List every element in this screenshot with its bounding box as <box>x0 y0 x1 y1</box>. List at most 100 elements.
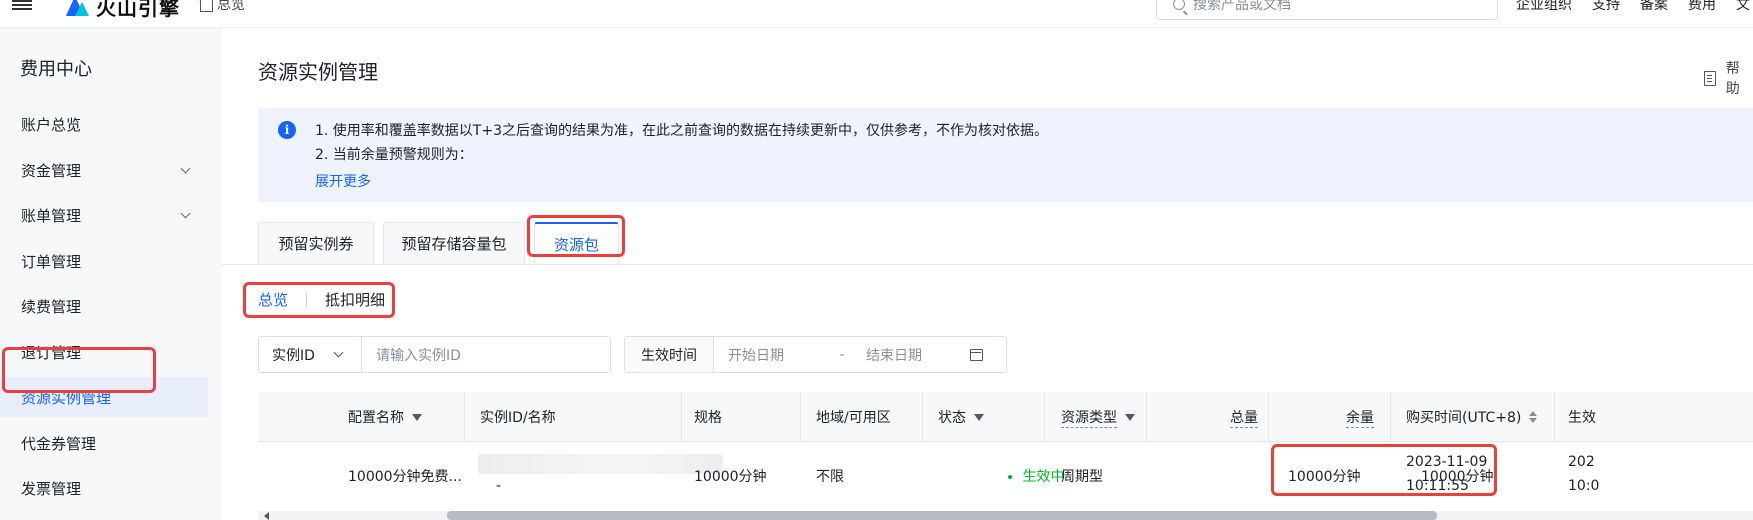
highlight-box-subtabs <box>243 282 395 318</box>
th-region: 地域/可用区 <box>816 410 891 426</box>
instance-filter: 实例ID 请输入实例ID <box>258 336 611 373</box>
filter-icon[interactable] <box>412 413 422 421</box>
instance-id-input[interactable]: 请输入实例ID <box>362 337 610 372</box>
th-config-name: 配置名称 <box>348 392 422 442</box>
chevron-down-icon <box>333 347 344 358</box>
column-divider <box>464 392 465 442</box>
effective-date-filter: 生效时间 开始日期 - 结束日期 <box>624 336 1007 373</box>
sidebar-item-orders[interactable]: 订单管理 <box>0 241 208 281</box>
sort-icon[interactable] <box>1529 411 1538 423</box>
sidebar-item-label: 发票管理 <box>21 479 82 498</box>
sidebar-item-vouchers[interactable]: 代金券管理 <box>0 423 208 463</box>
th-status: 状态 <box>938 392 984 442</box>
top-link-org[interactable]: 企业组织 <box>1516 0 1572 14</box>
sidebar-title: 费用中心 <box>20 59 92 80</box>
th-total-label: 总量 <box>1230 407 1258 428</box>
column-divider <box>1146 392 1147 442</box>
scroll-left-icon[interactable] <box>264 512 269 520</box>
filter-select-label: 实例ID <box>272 347 315 364</box>
th-total: 总量 <box>1230 392 1258 442</box>
top-link-billing[interactable]: 费用 <box>1688 0 1716 14</box>
sidebar-item-funds[interactable]: 资金管理 <box>0 150 208 190</box>
column-divider <box>800 392 801 442</box>
hamburger-menu-icon[interactable] <box>12 0 32 10</box>
highlight-box-sidebar <box>2 347 156 393</box>
top-link-filing[interactable]: 备案 <box>1640 0 1668 14</box>
info-notice: i 1. 使用率和覆盖率数据以T+3之后查询的结果为准，在此之前查询的数据在持续… <box>258 108 1753 202</box>
cell-config-name[interactable]: 10000分钟免费... <box>348 466 462 486</box>
resource-package-table: 配置名称 实例ID/名称 规格 地域/可用区 状态 资源类型 总量 余量 购买时… <box>258 392 1753 520</box>
search-icon <box>1173 0 1185 10</box>
table-header: 配置名称 实例ID/名称 规格 地域/可用区 状态 资源类型 总量 余量 购买时… <box>258 392 1753 442</box>
cell-effective-time: 10:0 <box>1568 478 1600 494</box>
tabs-divider <box>222 264 1753 265</box>
status-dot-icon <box>1008 475 1012 479</box>
th-resource-type: 资源类型 <box>1061 392 1135 442</box>
sidebar-item-label: 账户总览 <box>21 115 82 134</box>
notice-line-1: 1. 使用率和覆盖率数据以T+3之后查询的结果为准，在此之前查询的数据在持续更新… <box>315 123 1048 139</box>
sidebar-item-renewal[interactable]: 续费管理 <box>0 286 208 326</box>
info-icon: i <box>278 121 296 139</box>
home-icon <box>200 0 213 12</box>
th-remaining-label: 余量 <box>1346 407 1374 428</box>
chevron-down-icon <box>180 208 191 219</box>
date-filter-label: 生效时间 <box>625 337 714 372</box>
expand-more-link[interactable]: 展开更多 <box>315 171 371 191</box>
column-divider <box>1390 392 1391 442</box>
column-divider <box>1268 392 1269 442</box>
filter-icon[interactable] <box>974 413 984 421</box>
volcano-logo-icon <box>64 0 90 18</box>
sidebar: 费用中心 账户总览 资金管理 账单管理 订单管理 续费管理 退订管理 资源实例管… <box>0 28 222 520</box>
filter-icon[interactable] <box>1125 413 1135 421</box>
logo-text: 火山引擎 <box>96 0 180 20</box>
cell-instance-sub: - <box>496 478 502 494</box>
top-link-support[interactable]: 支持 <box>1592 0 1620 14</box>
search-input[interactable]: 搜索产品或文档 <box>1156 0 1498 20</box>
notice-line-2: 2. 当前余量预警规则为： <box>315 147 473 163</box>
status-text: 生效中 <box>1022 469 1065 485</box>
sidebar-item-account-overview[interactable]: 账户总览 <box>0 104 208 144</box>
calendar-icon[interactable] <box>970 348 983 361</box>
scrollbar-thumb[interactable] <box>447 511 1437 520</box>
th-instance: 实例ID/名称 <box>480 410 556 426</box>
th-type-label: 资源类型 <box>1061 407 1117 428</box>
th-purchase-time: 购买时间(UTC+8) <box>1406 392 1538 442</box>
start-date-input[interactable]: 开始日期 <box>728 345 832 365</box>
sidebar-item-label: 代金券管理 <box>21 434 97 453</box>
sidebar-item-label: 续费管理 <box>21 297 82 316</box>
highlight-box-amounts <box>1271 444 1497 496</box>
th-spec: 规格 <box>694 410 722 426</box>
column-divider <box>681 392 682 442</box>
date-separator: - <box>839 346 845 363</box>
th-config-label: 配置名称 <box>348 410 404 426</box>
filter-field-select[interactable]: 实例ID <box>259 337 362 372</box>
sidebar-item-label: 订单管理 <box>21 252 82 271</box>
tab-reserved-storage[interactable]: 预留存储容量包 <box>383 222 525 264</box>
sidebar-item-label: 账单管理 <box>21 206 82 225</box>
top-links: 企业组织 支持 备案 费用 文 <box>1516 0 1750 14</box>
help-link[interactable]: 帮助 <box>1704 58 1753 98</box>
highlight-box-tab <box>527 215 625 257</box>
home-label: 总览 <box>217 0 245 13</box>
cell-resource-type: 周期型 <box>1061 469 1103 485</box>
column-divider <box>1554 392 1555 442</box>
column-divider <box>1044 392 1045 442</box>
tab-reserved-instances[interactable]: 预留实例券 <box>258 222 374 264</box>
th-remaining: 余量 <box>1346 392 1374 442</box>
end-date-input[interactable]: 结束日期 <box>866 345 966 365</box>
th-status-label: 状态 <box>938 410 966 426</box>
logo[interactable]: 火山引擎 <box>64 0 180 21</box>
page-title: 资源实例管理 <box>258 60 378 84</box>
chevron-down-icon <box>180 163 191 174</box>
help-label: 帮助 <box>1725 61 1740 97</box>
sidebar-item-bills[interactable]: 账单管理 <box>0 195 208 235</box>
search-placeholder: 搜索产品或文档 <box>1193 0 1291 13</box>
sidebar-item-invoices[interactable]: 发票管理 <box>0 468 208 508</box>
top-link-docs[interactable]: 文 <box>1736 0 1750 14</box>
column-divider <box>922 392 923 442</box>
home-link[interactable]: 总览 <box>200 0 245 14</box>
th-effective: 生效 <box>1568 410 1596 426</box>
document-icon <box>1704 70 1716 86</box>
cell-spec: 10000分钟 <box>694 469 767 485</box>
th-purchase-label: 购买时间(UTC+8) <box>1406 410 1522 426</box>
